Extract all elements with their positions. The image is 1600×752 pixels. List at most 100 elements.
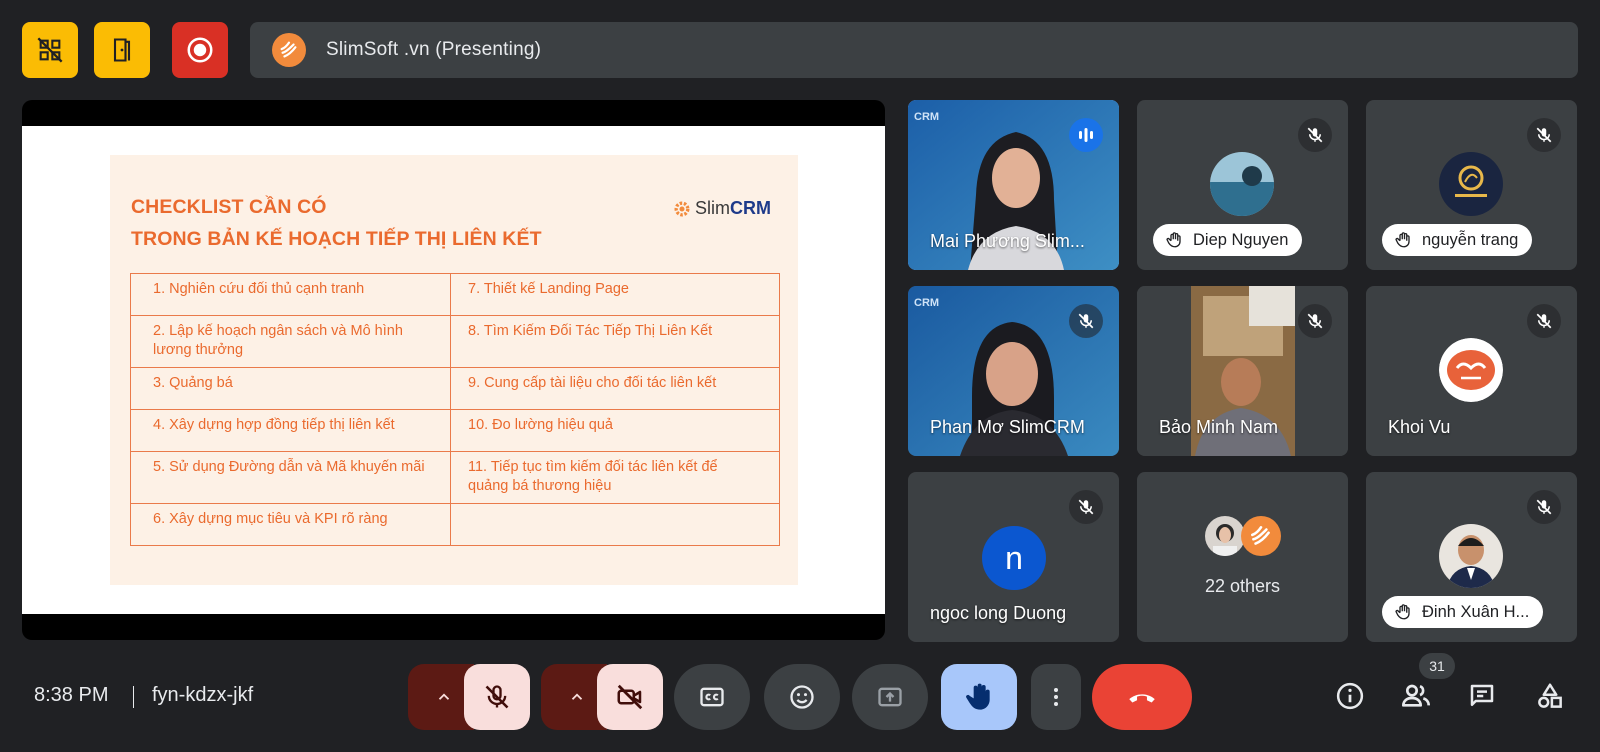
- participant-name: Khoi Vu: [1388, 417, 1451, 437]
- others-tile[interactable]: 22 others: [1137, 472, 1348, 642]
- table-cell: 7. Thiết kế Landing Page: [450, 273, 780, 316]
- logo-suffix: CRM: [730, 198, 771, 218]
- mic-off-icon: [1298, 118, 1332, 152]
- svg-text:CRM: CRM: [914, 111, 939, 123]
- table-cell: 3. Quảng bá: [130, 367, 451, 410]
- presentation-view[interactable]: CHECKLIST CẦN CÓ TRONG BẢN KẾ HOẠCH TIẾP…: [22, 100, 885, 640]
- slimsoft-logo-icon: [1241, 516, 1281, 556]
- table-cell: [450, 503, 780, 546]
- chevron-up-icon: [571, 693, 583, 700]
- speaking-indicator-icon: [1069, 118, 1103, 152]
- door-icon: [113, 38, 131, 62]
- participant-name: Đinh Xuân H...: [1422, 602, 1530, 621]
- mic-toggle-button[interactable]: [464, 664, 530, 730]
- participant-name: Bảo Minh Nam: [1159, 417, 1279, 437]
- hide-tiles-button[interactable]: [22, 22, 78, 78]
- closed-captions-icon: [700, 687, 724, 707]
- participant-name: Diep Nguyen: [1193, 230, 1289, 249]
- table-cell: 11. Tiếp tục tìm kiếm đối tác liên kết đ…: [450, 451, 780, 504]
- avatar: [1205, 516, 1245, 556]
- table-cell: 9. Cung cấp tài liệu cho đối tác liên kế…: [450, 367, 780, 410]
- camera-toggle-button[interactable]: [597, 664, 663, 730]
- raised-hand-chip: nguyễn trang: [1382, 224, 1533, 256]
- chat-icon: [1470, 684, 1494, 706]
- mic-off-icon: [1069, 490, 1103, 524]
- hand-icon: [1395, 604, 1410, 620]
- svg-text:CRM: CRM: [914, 297, 939, 309]
- mic-off-icon: [1069, 304, 1103, 338]
- more-vert-icon: [1054, 688, 1058, 706]
- table-row: 5. Sử dụng Đường dẫn và Mã khuyến mãi 11…: [130, 451, 780, 504]
- participant-name: Phan Mơ SlimCRM: [930, 417, 1085, 437]
- raise-hand-button[interactable]: [941, 664, 1017, 730]
- breakout-rooms-button[interactable]: [94, 22, 150, 78]
- table-cell: 5. Sử dụng Đường dẫn và Mã khuyến mãi: [130, 451, 451, 504]
- mic-off-icon: [1298, 304, 1332, 338]
- avatar: [1210, 152, 1274, 216]
- logo-prefix: Slim: [695, 198, 730, 218]
- table-row: 4. Xây dựng hợp đồng tiếp thị liên kết 1…: [130, 409, 780, 452]
- table-cell: 1. Nghiên cứu đối thủ cạnh tranh: [130, 273, 451, 316]
- avatar: [1439, 524, 1503, 588]
- raised-hand-chip: Đinh Xuân H...: [1382, 596, 1544, 628]
- table-cell: 8. Tìm Kiếm Đối Tác Tiếp Thị Liên Kết: [450, 315, 780, 368]
- table-cell: 4. Xây dựng hợp đồng tiếp thị liên kết: [130, 409, 451, 452]
- gear-icon: [674, 201, 690, 216]
- present-screen-button[interactable]: [852, 664, 928, 730]
- presenting-bar[interactable]: SlimSoft .vn (Presenting): [250, 22, 1578, 78]
- mic-off-icon: [1527, 304, 1561, 338]
- reactions-button[interactable]: [764, 664, 840, 730]
- others-count: 22 others: [1204, 576, 1281, 596]
- participant-tile[interactable]: nguyễn trang: [1366, 100, 1577, 270]
- participant-tile[interactable]: Bảo Minh Nam: [1137, 286, 1348, 456]
- participant-tile[interactable]: CRM Phan Mơ SlimCRM: [908, 286, 1119, 456]
- camera-control: [541, 664, 663, 730]
- record-icon: [187, 37, 213, 63]
- captions-button[interactable]: [674, 664, 750, 730]
- table-cell: 2. Lập kế hoạch ngân sách và Mô hình lươ…: [130, 315, 451, 368]
- participant-tile[interactable]: n ngoc long Duong: [908, 472, 1119, 642]
- divider: [133, 686, 134, 708]
- activities-button[interactable]: [1534, 680, 1566, 712]
- participant-tile[interactable]: Khoi Vu: [1366, 286, 1577, 456]
- camera-off-icon: [617, 684, 643, 710]
- mic-off-icon: [1527, 118, 1561, 152]
- chat-button[interactable]: [1466, 680, 1498, 712]
- leave-call-button[interactable]: [1092, 664, 1192, 730]
- info-icon: [1336, 682, 1364, 710]
- slide-title: CHECKLIST CẦN CÓ TRONG BẢN KẾ HOẠCH TIẾP…: [131, 191, 542, 255]
- participant-tile[interactable]: Đinh Xuân H...: [1366, 472, 1577, 642]
- raised-hand-chip: Diep Nguyen: [1153, 224, 1303, 256]
- more-options-button[interactable]: [1031, 664, 1081, 730]
- people-icon: [1402, 684, 1430, 707]
- checklist-table: 1. Nghiên cứu đối thủ cạnh tranh 7. Thiế…: [130, 273, 780, 546]
- participant-name: ngoc long Duong: [930, 603, 1067, 623]
- hand-icon: [1166, 232, 1181, 248]
- meeting-code: fyn-kdzx-jkf: [152, 684, 254, 706]
- slimsoft-logo-icon: [272, 33, 306, 67]
- table-row: 6. Xây dựng mục tiêu và KPI rõ ràng: [130, 503, 780, 546]
- chevron-up-icon: [438, 693, 450, 700]
- mic-off-icon: [485, 685, 509, 709]
- hand-icon: [966, 683, 990, 710]
- avatar: [1439, 338, 1503, 402]
- table-cell: 10. Đo lường hiệu quả: [450, 409, 780, 452]
- participant-name: Mai Phương Slim...: [930, 231, 1085, 251]
- participant-name: nguyễn trang: [1422, 230, 1519, 249]
- slimcrm-logo: SlimCRM: [672, 198, 771, 219]
- grid-off-icon: [37, 37, 63, 63]
- mic-control: [408, 664, 530, 730]
- hand-icon: [1395, 232, 1410, 248]
- table-row: 2. Lập kế hoạch ngân sách và Mô hình lươ…: [130, 315, 780, 368]
- avatar: [1439, 152, 1503, 216]
- meeting-details-button[interactable]: [1334, 680, 1366, 712]
- participant-tile[interactable]: Diep Nguyen: [1137, 100, 1348, 270]
- slide-title-line1: CHECKLIST CẦN CÓ: [131, 196, 327, 218]
- people-button[interactable]: [1400, 680, 1432, 712]
- people-count-badge: 31: [1419, 653, 1455, 679]
- slide-frame: CHECKLIST CẦN CÓ TRONG BẢN KẾ HOẠCH TIẾP…: [22, 126, 885, 614]
- table-row: 1. Nghiên cứu đối thủ cạnh tranh 7. Thiế…: [130, 273, 780, 316]
- slide: CHECKLIST CẦN CÓ TRONG BẢN KẾ HOẠCH TIẾP…: [110, 155, 798, 585]
- participant-tile[interactable]: CRM Mai Phương Slim...: [908, 100, 1119, 270]
- recording-button[interactable]: [172, 22, 228, 78]
